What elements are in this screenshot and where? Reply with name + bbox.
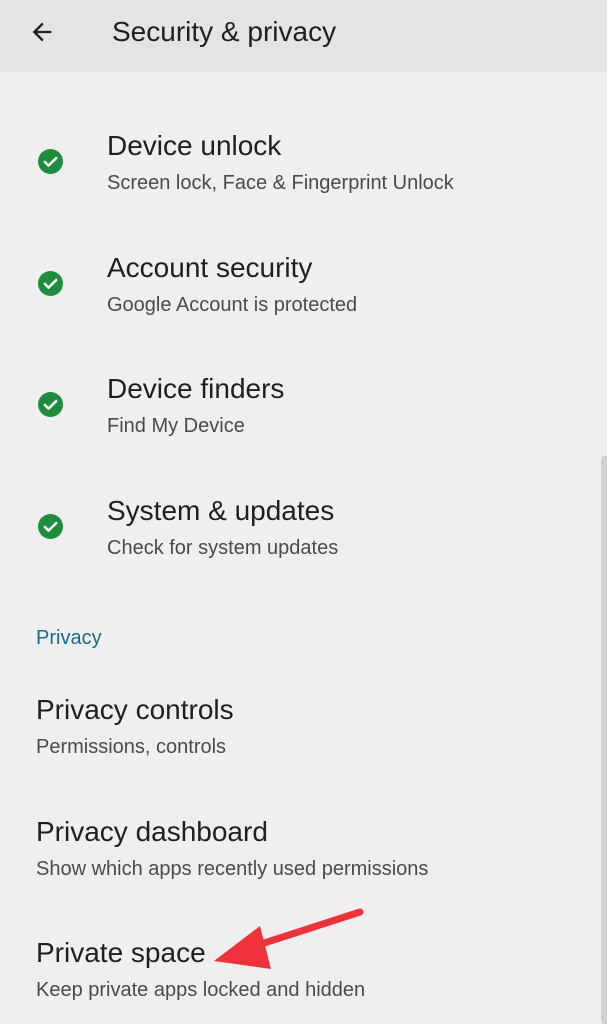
arrow-left-icon <box>32 22 52 42</box>
list-item-title: Privacy dashboard <box>36 816 268 847</box>
list-item-subtitle: Permissions, controls <box>36 736 227 758</box>
list-item-subtitle: Screen lock, Face & Fingerprint Unlock <box>107 172 454 194</box>
list-item-title: Account security <box>107 252 313 283</box>
list-item-device-unlock[interactable]: Device unlock Screen lock, Face & Finger… <box>0 126 600 216</box>
list-item-title: Device finders <box>107 373 285 404</box>
list-item-subtitle: Keep private apps locked and hidden <box>36 979 366 1001</box>
check-circle-icon <box>38 514 63 539</box>
app-bar: Security & privacy <box>0 0 607 72</box>
list-item-subtitle: Show which apps recently used permission… <box>36 858 429 880</box>
list-item-subtitle: Google Account is protected <box>107 294 358 316</box>
section-header-privacy: Privacy <box>36 627 102 649</box>
list-item-privacy-dashboard[interactable]: Privacy dashboard Show which apps recent… <box>0 812 600 902</box>
check-circle-icon <box>38 149 63 174</box>
list-item-system-updates[interactable]: System & updates Check for system update… <box>0 491 600 581</box>
list-item-device-finders[interactable]: Device finders Find My Device <box>0 369 600 459</box>
list-item-private-space[interactable]: Private space Keep private apps locked a… <box>0 933 600 1023</box>
list-item-account-security[interactable]: Account security Google Account is prote… <box>0 248 600 338</box>
list-item-title: System & updates <box>107 495 335 526</box>
scrollbar[interactable] <box>601 456 607 1024</box>
list-item-subtitle: Check for system updates <box>107 537 339 559</box>
list-item-subtitle: Find My Device <box>107 415 245 437</box>
list-item-title: Device unlock <box>107 130 282 161</box>
list-item-privacy-controls[interactable]: Privacy controls Permissions, controls <box>0 690 600 780</box>
back-button[interactable] <box>22 14 62 50</box>
list-item-title: Privacy controls <box>36 694 234 725</box>
list-item-title: Private space <box>36 937 206 968</box>
check-circle-icon <box>38 392 63 417</box>
check-circle-icon <box>38 271 63 296</box>
page-title: Security & privacy <box>112 16 337 47</box>
